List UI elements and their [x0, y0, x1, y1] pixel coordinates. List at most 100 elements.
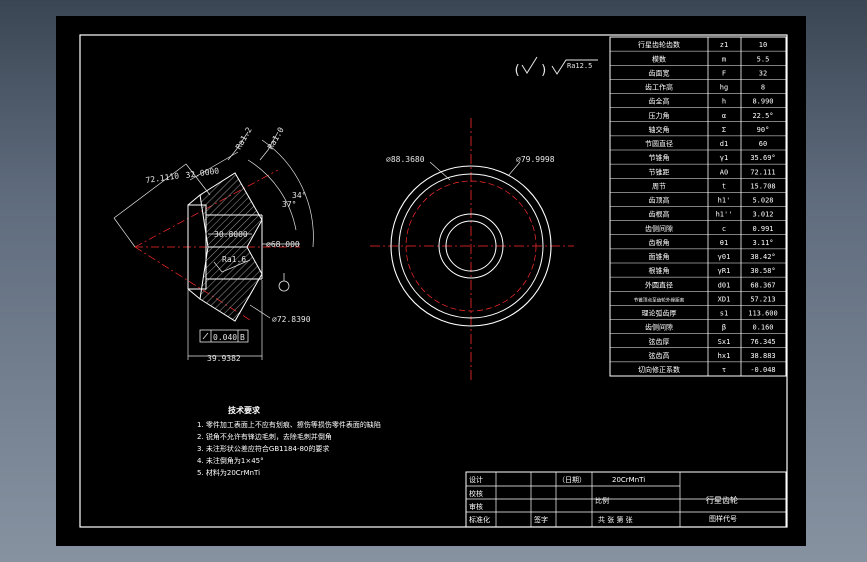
param-cell-10-1: t: [722, 182, 726, 190]
param-cell-21-1: Sx1: [718, 338, 731, 346]
tol-datum: B: [240, 333, 245, 342]
left-section-view: 72.1110 32.0000 Ra1.2 Ra1.0 34° 37° 30.8…: [113, 125, 314, 363]
tech-req-title: 技术要求: [228, 405, 261, 415]
param-cell-5-0: 压力角: [649, 111, 670, 120]
tech-req-item-1: 1. 零件加工表面上不应有划痕、擦伤等损伤零件表面的缺陷: [197, 420, 381, 429]
ra-label: Ra12.5: [567, 62, 592, 70]
tech-req-item-2: 2. 锐角不允许有锋边毛刺，去除毛刺并倒角: [197, 432, 332, 441]
param-cell-19-0: 理论弧齿厚: [642, 309, 677, 318]
tb-review: 审核: [469, 502, 483, 511]
param-cell-21-2: 76.345: [750, 338, 775, 346]
drawing-frame: [79, 34, 788, 528]
param-cell-4-0: 齿全高: [649, 97, 670, 106]
param-cell-5-2: 22.5°: [752, 112, 773, 120]
tech-req-item-3: 3. 未注形状公差应符合GB1184-80的要求: [197, 444, 329, 453]
cad-viewport[interactable]: ( ) Ra12.5 72.1110 32.0000 Ra1.2 Ra1.0 3…: [0, 0, 867, 562]
tb-sign: 签字: [534, 515, 548, 524]
dim-72-1110: 72.1110: [145, 171, 180, 185]
param-cell-23-0: 切向修正系数: [638, 365, 680, 374]
param-cell-2-2: 32: [759, 69, 767, 77]
param-cell-15-2: 38.42°: [750, 253, 775, 261]
param-cell-11-1: h1': [718, 197, 731, 205]
ra-1-0: Ra1.0: [266, 125, 286, 151]
param-cell-16-1: γR1: [718, 267, 731, 275]
dim-phi72: ⌀72.8390: [272, 315, 311, 324]
param-cell-8-0: 节锥角: [649, 153, 670, 162]
param-cell-23-2: -0.048: [750, 366, 775, 374]
param-cell-11-0: 齿顶高: [649, 196, 670, 205]
tb-part-name: 行星齿轮: [706, 495, 738, 505]
param-cell-20-0: 齿侧间隙: [645, 323, 673, 332]
tb-design: 设计: [469, 475, 483, 484]
param-cell-17-1: d01: [718, 281, 731, 289]
param-cell-14-0: 齿根角: [649, 238, 670, 247]
param-cell-13-1: c: [722, 225, 726, 233]
svg-text:(: (: [513, 63, 521, 78]
tb-drawing-no: 图样代号: [709, 514, 737, 523]
dim-32-0000: 32.0000: [185, 166, 220, 180]
param-cell-12-2: 3.012: [752, 211, 773, 219]
param-cell-9-0: 节锥距: [649, 167, 670, 176]
param-cell-7-0: 节圆直径: [645, 139, 673, 148]
tb-sheets: 共 张 第 张: [598, 515, 633, 524]
tech-req-item-4: 4. 未注倒角为1×45°: [197, 456, 264, 465]
param-cell-20-1: β: [722, 324, 726, 332]
param-cell-5-1: α: [722, 112, 726, 120]
param-cell-9-2: 72.111: [750, 168, 775, 176]
param-cell-0-0: 行星齿轮齿数: [638, 40, 680, 49]
param-cell-13-0: 齿侧间隙: [645, 224, 673, 233]
param-cell-6-0: 轴交角: [649, 125, 670, 134]
param-cell-4-2: 8.990: [752, 98, 773, 106]
param-cell-1-2: 5.5: [757, 55, 770, 63]
ra-1-2: Ra1.2: [234, 125, 254, 151]
tol-value: 0.040: [213, 333, 237, 342]
param-cell-20-2: 0.160: [752, 324, 773, 332]
param-cell-7-2: 60: [759, 140, 767, 148]
param-cell-22-0: 弦齿高: [649, 351, 670, 360]
param-cell-12-0: 齿根高: [649, 210, 670, 219]
param-cell-17-0: 外圆直径: [645, 280, 673, 289]
param-cell-17-2: 68.367: [750, 281, 775, 289]
param-cell-13-2: 0.991: [752, 225, 773, 233]
param-cell-14-2: 3.11°: [752, 239, 773, 247]
dim-30-8000: 30.8000: [214, 230, 248, 239]
param-cell-19-1: s1: [720, 310, 728, 318]
param-cell-10-2: 15.708: [750, 182, 775, 190]
param-cell-11-2: 5.028: [752, 197, 773, 205]
param-cell-1-0: 模数: [652, 54, 666, 63]
param-cell-19-2: 113.600: [748, 310, 778, 318]
right-front-view: ⌀88.3680 ⌀79.9998: [370, 118, 574, 380]
param-cell-14-1: θ1: [720, 239, 728, 247]
param-cell-4-1: h: [722, 98, 726, 106]
param-cell-15-0: 面锥角: [649, 252, 670, 261]
param-cell-6-2: 90°: [757, 126, 770, 134]
angle-37: 37°: [282, 200, 296, 209]
param-cell-12-1: h1'': [716, 211, 733, 219]
dim-phi68: ⌀68.000: [266, 240, 300, 249]
dim-39-9382: 39.9382: [207, 354, 241, 363]
param-cell-15-1: γ01: [718, 253, 731, 261]
param-cell-16-2: 30.58°: [750, 267, 775, 275]
param-cell-18-1: XD1: [718, 295, 731, 303]
tb-check: 校核: [469, 489, 483, 498]
gear-parameter-table: 行星齿轮齿数 z1 10 模数 m 5.5 齿面宽 F 32 齿工作高 hg 8 齿全高 h 8.990 压力…: [609, 36, 787, 377]
dim-phi88: ⌀88.3680: [386, 155, 425, 164]
param-cell-3-0: 齿工作高: [645, 83, 673, 92]
param-cell-21-0: 弦齿厚: [649, 337, 670, 346]
tb-std: 标准化: [469, 515, 490, 524]
param-cell-9-1: A0: [720, 168, 728, 176]
svg-text:): ): [540, 63, 548, 78]
param-cell-22-1: hx1: [718, 352, 731, 360]
param-cell-3-1: hg: [720, 84, 728, 92]
param-cell-18-0: 节锥顶点至齿轮外缘距离: [634, 296, 685, 303]
tech-req-item-5: 5. 材料为20CrMnTi: [197, 468, 260, 477]
tb-scale: 比例: [595, 496, 609, 505]
param-cell-2-0: 齿面宽: [649, 68, 670, 77]
param-cell-8-1: γ1: [720, 154, 728, 162]
title-block: 设计 校核 审核 标准化 （日期） 签字 20CrMnTi 比例 行星齿轮 共 …: [465, 471, 787, 528]
technical-requirements: 技术要求 1. 零件加工表面上不应有划痕、擦伤等损伤零件表面的缺陷 2. 锐角不…: [197, 405, 381, 477]
dim-phi79: ⌀79.9998: [516, 155, 555, 164]
surface-roughness-symbol: ( ) Ra12.5: [513, 56, 598, 78]
param-cell-10-0: 周节: [652, 182, 666, 190]
param-cell-23-1: τ: [722, 366, 726, 374]
